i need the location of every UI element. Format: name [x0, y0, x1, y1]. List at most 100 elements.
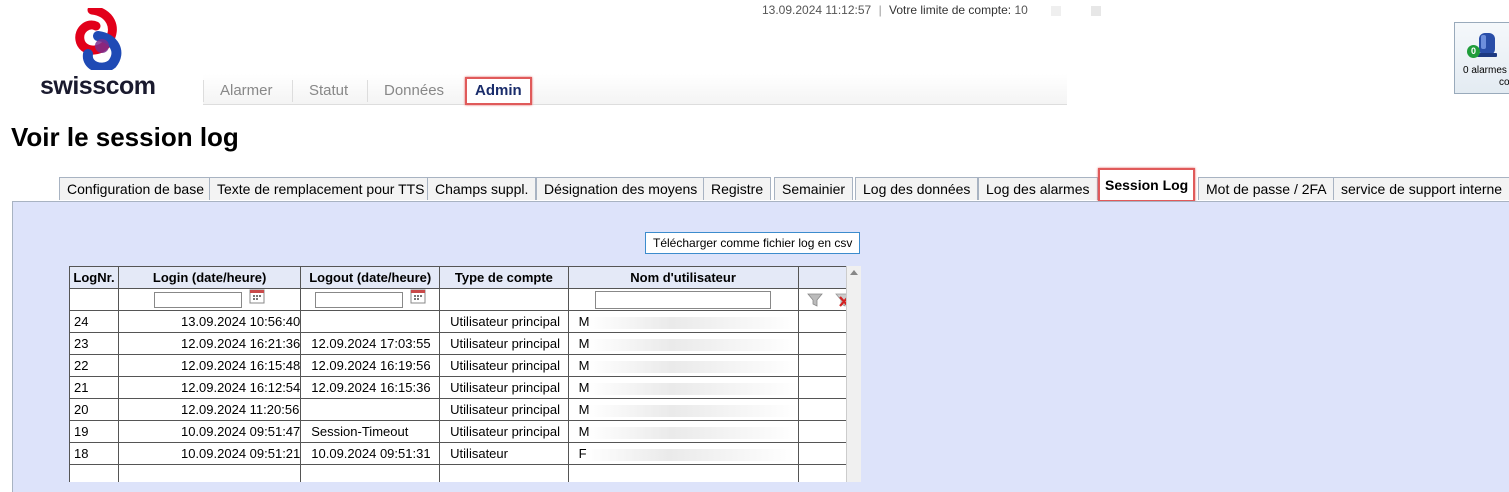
session-log-table: LogNr. Login (date/heure) Logout (date/h… — [69, 266, 861, 482]
tab-admin[interactable]: Admin — [465, 77, 532, 105]
swisscom-logo[interactable]: swisscom — [40, 8, 160, 100]
cell-login-text: 12.09.2024 16:21:36 — [180, 336, 301, 351]
table-row[interactable]: 21 12.09.2024 16:12:54 12.09.2024 16:15:… — [69, 376, 861, 399]
col-lognr[interactable]: LogNr. — [69, 266, 119, 289]
cell-username: M — [567, 376, 799, 399]
subtab-designation-des-moyens[interactable]: Désignation des moyens — [536, 177, 706, 200]
download-csv-button[interactable]: Télécharger comme fichier log en csv — [645, 232, 861, 254]
cell-logout: 10.09.2024 09:51:31 — [300, 442, 441, 465]
username-filter-input[interactable] — [595, 290, 772, 309]
logout-filter-input[interactable] — [314, 291, 403, 308]
cell-lognr: 20 — [69, 398, 119, 421]
cell-logout — [300, 464, 441, 482]
col-logout[interactable]: Logout (date/heure) — [300, 266, 441, 289]
alarm-count-badge: 0 — [1467, 45, 1480, 58]
redacted-username — [587, 338, 798, 351]
cell-account-type: Utilisateur principal — [439, 420, 569, 443]
cell-login-text: 10.09.2024 09:51:21 — [180, 446, 301, 461]
cell-lognr — [69, 464, 119, 482]
table-row[interactable]: 18 10.09.2024 09:51:21 10.09.2024 09:51:… — [69, 442, 861, 465]
cell-username: F — [567, 442, 799, 465]
cell-login-text: 12.09.2024 16:15:48 — [180, 358, 301, 373]
cell-login-text: 12.09.2024 16:12:54 — [180, 380, 301, 395]
cell-login: 12.09.2024 16:21:36 — [117, 332, 302, 355]
cell-logout: 12.09.2024 16:15:36 — [300, 376, 441, 399]
col-login[interactable]: Login (date/heure) — [117, 266, 302, 289]
cell-username: M — [567, 398, 799, 421]
cell-account-type: Utilisateur — [439, 442, 569, 465]
filter-cell-type — [439, 288, 569, 311]
calendar-icon[interactable] — [410, 288, 426, 304]
login-filter-input[interactable] — [154, 291, 243, 308]
session-log-grid: LogNr. Login (date/heure) Logout (date/h… — [69, 266, 861, 482]
account-limit-value: 10 — [1014, 3, 1028, 17]
cell-account-type: Utilisateur principal — [439, 332, 569, 355]
cell-account-type: Utilisateur principal — [439, 398, 569, 421]
tab-statut[interactable]: Statut — [292, 80, 364, 102]
subtab-session-log[interactable]: Session Log — [1098, 168, 1196, 202]
cell-logout: Session-Timeout — [300, 420, 441, 443]
table-row[interactable]: 22 12.09.2024 16:15:48 12.09.2024 16:19:… — [69, 354, 861, 377]
redacted-username — [587, 426, 798, 439]
calendar-icon[interactable] — [249, 288, 265, 304]
cell-lognr: 24 — [69, 310, 119, 333]
cell-logout: 12.09.2024 17:03:55 — [300, 332, 441, 355]
admin-subtabs: Configuration de base Texte de remplacem… — [59, 168, 1509, 202]
cell-login: 12.09.2024 11:20:56 — [117, 398, 302, 421]
redacted-username — [587, 360, 798, 373]
cell-logout: 12.09.2024 16:19:56 — [300, 354, 441, 377]
cell-logout — [300, 310, 441, 333]
subtab-champs-suppl[interactable]: Champs suppl. — [427, 177, 537, 200]
subtab-mot-de-passe-2fa[interactable]: Mot de passe / 2FA — [1198, 177, 1335, 200]
subtab-texte-remplacement-tts[interactable]: Texte de remplacement pour TTS — [209, 177, 433, 200]
account-limit-label: Votre limite de compte: — [889, 3, 1012, 17]
main-nav: Alarmer Statut Données Admin — [203, 74, 1067, 105]
tab-alarmer[interactable]: Alarmer — [203, 80, 289, 102]
cell-login: 10.09.2024 09:51:21 — [117, 442, 302, 465]
swisscom-logo-mark — [75, 8, 122, 70]
subtab-semainier[interactable]: Semainier — [774, 177, 854, 200]
filter-cell-login — [117, 288, 302, 311]
tab-donnees[interactable]: Données — [367, 80, 460, 102]
cell-username — [567, 464, 799, 482]
cell-login — [117, 464, 302, 482]
cell-login: 12.09.2024 16:12:54 — [117, 376, 302, 399]
table-row[interactable]: 19 10.09.2024 09:51:47 Session-Timeout U… — [69, 420, 861, 443]
subtab-configuration-de-base[interactable]: Configuration de base — [59, 177, 212, 200]
table-row[interactable] — [69, 464, 861, 482]
alarm-status-line2: cours — [1499, 77, 1509, 88]
subtab-service-support-interne[interactable]: service de support interne — [1333, 177, 1509, 200]
col-account-type[interactable]: Type de compte — [439, 266, 569, 289]
scroll-up-arrow-icon[interactable] — [850, 270, 858, 275]
cell-login-text: 13.09.2024 10:56:40 — [180, 314, 301, 329]
redacted-username — [587, 404, 798, 417]
table-row[interactable]: 24 13.09.2024 10:56:40 Utilisateur princ… — [69, 310, 861, 333]
cell-login-text: 12.09.2024 11:20:56 — [180, 402, 300, 417]
subtab-log-des-alarmes[interactable]: Log des alarmes — [978, 177, 1098, 200]
subtab-log-des-donnees[interactable]: Log des données — [855, 177, 979, 200]
redacted-username — [587, 316, 798, 329]
filter-icon[interactable] — [807, 292, 824, 308]
cell-username: M — [567, 310, 799, 333]
page-title: Voir le session log — [11, 122, 239, 152]
alarm-status-text: 0 alarmes cours — [1463, 65, 1509, 89]
cell-account-type: Utilisateur principal — [439, 376, 569, 399]
cell-lognr: 19 — [69, 420, 119, 443]
table-row[interactable]: 20 12.09.2024 11:20:56 Utilisateur princ… — [69, 398, 861, 421]
alarm-status-line1: 0 alarmes — [1463, 65, 1507, 76]
cell-account-type — [439, 464, 569, 482]
alarm-widget[interactable]: 0 0 alarmes cours — [1454, 22, 1509, 94]
brand-name: swisscom — [40, 72, 156, 100]
cell-lognr: 21 — [69, 376, 119, 399]
session-info: 13.09.2024 11:12:57 | Votre limite de co… — [762, 3, 1472, 17]
filter-row — [69, 288, 861, 311]
current-datetime: 13.09.2024 11:12:57 — [762, 3, 872, 17]
cell-account-type: Utilisateur principal — [439, 310, 569, 333]
table-row[interactable]: 23 12.09.2024 16:21:36 12.09.2024 17:03:… — [69, 332, 861, 355]
col-username[interactable]: Nom d'utilisateur — [567, 266, 799, 289]
cell-lognr: 22 — [69, 354, 119, 377]
grid-scrollbar[interactable] — [846, 266, 861, 482]
subtab-registre[interactable]: Registre — [703, 177, 772, 200]
masked-info — [1031, 5, 1472, 16]
separator: | — [878, 3, 882, 17]
